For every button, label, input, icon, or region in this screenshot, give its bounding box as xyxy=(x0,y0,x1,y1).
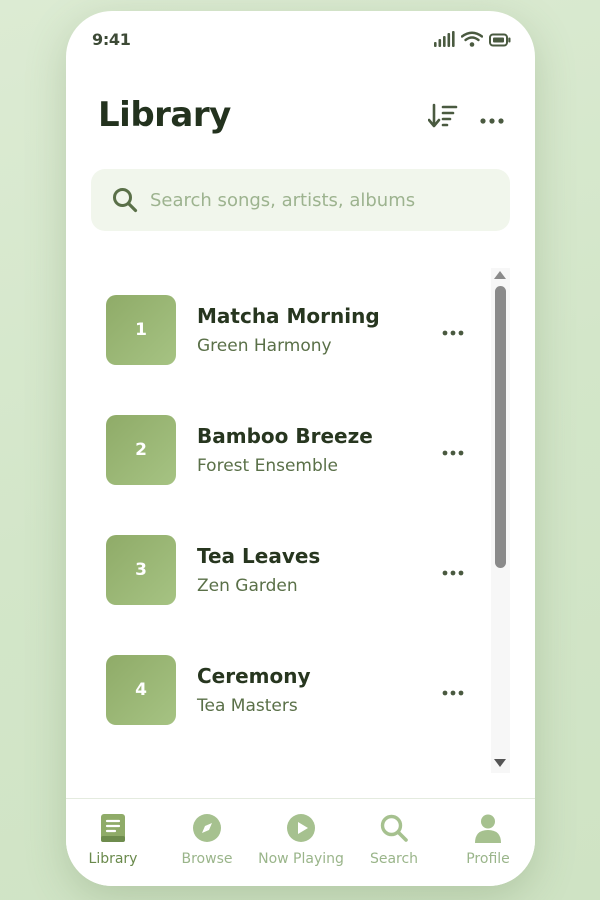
list-item[interactable]: 3 Tea Leaves Zen Garden xyxy=(66,523,486,623)
more-options-button[interactable] xyxy=(475,101,509,135)
tab-label: Library xyxy=(88,851,138,867)
tab-search[interactable]: Search xyxy=(347,799,441,886)
sort-icon xyxy=(427,103,458,133)
status-bar: 9:41 xyxy=(66,11,535,71)
scrollbar[interactable] xyxy=(491,268,510,773)
battery-icon xyxy=(489,32,511,51)
list-item[interactable]: 1 Matcha Morning Green Harmony xyxy=(66,283,486,383)
list-item[interactable]: 2 Bamboo Breeze Forest Ensemble xyxy=(66,403,486,503)
scroll-up-arrow[interactable] xyxy=(494,271,506,279)
search-input[interactable] xyxy=(150,189,480,211)
tab-label: Search xyxy=(369,851,419,867)
song-artist: Forest Ensemble xyxy=(197,456,338,476)
status-icons xyxy=(433,31,511,51)
more-icon xyxy=(442,441,464,460)
compass-icon xyxy=(192,813,222,843)
album-art: 1 xyxy=(106,295,176,365)
tab-bar: Library Browse Now Playing Search Profil… xyxy=(66,798,535,886)
more-icon xyxy=(480,109,504,128)
search-icon xyxy=(112,187,138,213)
album-art: 3 xyxy=(106,535,176,605)
tab-label: Browse xyxy=(181,851,233,867)
song-title: Bamboo Breeze xyxy=(197,424,373,448)
song-artist: Tea Masters xyxy=(197,696,298,716)
song-more-button[interactable] xyxy=(438,435,468,465)
tab-library[interactable]: Library xyxy=(66,799,160,886)
track-number: 1 xyxy=(135,320,147,340)
album-art: 2 xyxy=(106,415,176,485)
tab-label: Profile xyxy=(466,851,510,867)
song-title: Ceremony xyxy=(197,664,311,688)
list-item[interactable]: 4 Ceremony Tea Masters xyxy=(66,643,486,743)
list-item[interactable] xyxy=(66,763,486,773)
sort-button[interactable] xyxy=(426,101,460,135)
song-more-button[interactable] xyxy=(438,315,468,345)
tab-profile[interactable]: Profile xyxy=(441,799,535,886)
scroll-down-arrow[interactable] xyxy=(494,759,506,767)
signal-icon xyxy=(433,31,455,51)
track-number: 2 xyxy=(135,440,147,460)
status-time: 9:41 xyxy=(92,30,131,49)
wifi-icon xyxy=(460,31,484,51)
more-icon xyxy=(442,681,464,700)
tab-browse[interactable]: Browse xyxy=(160,799,254,886)
track-number: 3 xyxy=(135,560,147,580)
more-icon xyxy=(442,561,464,580)
song-artist: Green Harmony xyxy=(197,336,332,356)
song-list: 1 Matcha Morning Green Harmony 2 Bamboo … xyxy=(66,271,535,773)
track-number: 4 xyxy=(135,680,147,700)
phone-frame: 9:41 Library Search songs, artists, albu… xyxy=(66,11,535,886)
song-artist: Zen Garden xyxy=(197,576,298,596)
search-bar[interactable] xyxy=(91,169,510,231)
song-title: Tea Leaves xyxy=(197,544,321,568)
tab-now-playing[interactable]: Now Playing xyxy=(254,799,348,886)
more-icon xyxy=(442,321,464,340)
song-more-button[interactable] xyxy=(438,675,468,705)
song-more-button[interactable] xyxy=(438,555,468,585)
scrollbar-thumb[interactable] xyxy=(495,286,506,568)
album-art: 4 xyxy=(106,655,176,725)
person-icon xyxy=(473,813,503,843)
tab-label: Now Playing xyxy=(258,851,344,867)
play-circle-icon xyxy=(286,813,316,843)
page-title: Library xyxy=(98,95,231,135)
search-icon xyxy=(379,813,409,843)
book-icon xyxy=(98,813,128,843)
song-title: Matcha Morning xyxy=(197,304,380,328)
